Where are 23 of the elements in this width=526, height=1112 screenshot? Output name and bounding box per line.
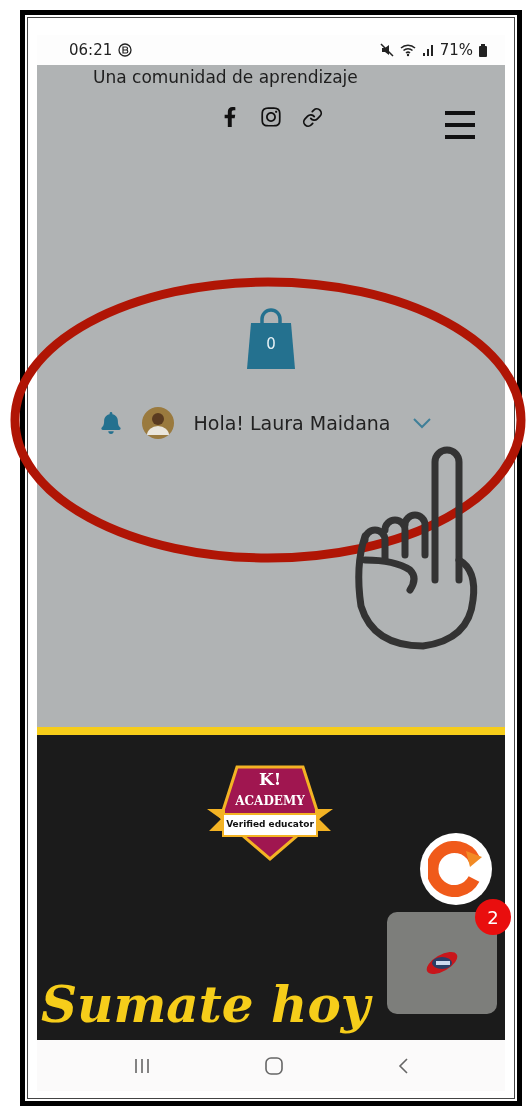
mute-icon <box>379 43 394 57</box>
battery-icon <box>479 43 487 57</box>
battery-percent: 71% <box>439 41 473 59</box>
signal-icon <box>421 43 434 57</box>
user-avatar[interactable] <box>141 407 174 439</box>
recent-apps-icon[interactable] <box>133 1056 152 1075</box>
user-greeting[interactable]: Hola! Laura Maidana <box>193 412 391 434</box>
badge-title: ACADEMY <box>234 795 306 807</box>
c-logo-icon <box>428 841 484 897</box>
status-time: 06:21 <box>69 41 113 59</box>
home-icon[interactable] <box>264 1055 284 1076</box>
link-icon[interactable] <box>301 106 323 128</box>
notification-bell-icon[interactable] <box>99 412 122 434</box>
badge-logo: K! <box>257 771 283 788</box>
wifi-icon <box>399 43 416 57</box>
chat-head-tile[interactable] <box>387 912 497 1014</box>
site-tagline: Una comunidad de aprendizaje <box>93 67 358 87</box>
badge-ribbon-text: Verified educator <box>225 820 315 829</box>
back-icon[interactable] <box>396 1056 409 1075</box>
b-circle-icon <box>118 43 133 57</box>
banner-headline: Sumate hoy <box>37 973 380 1036</box>
instagram-icon[interactable] <box>259 106 282 128</box>
menu-icon[interactable] <box>445 111 475 139</box>
